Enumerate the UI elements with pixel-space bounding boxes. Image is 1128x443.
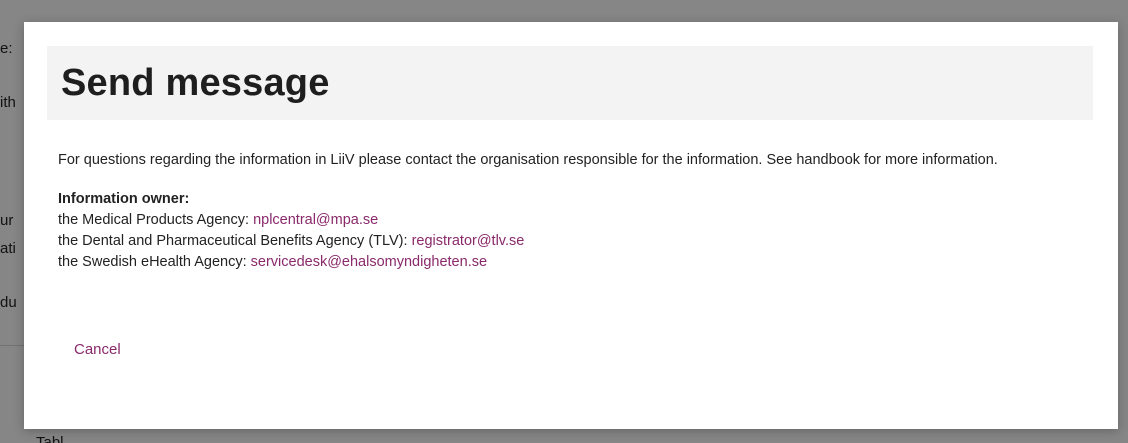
dialog-title: Send message — [61, 62, 330, 104]
email-link-ehealth[interactable]: servicedesk@ehalsomyndigheten.se — [251, 254, 487, 270]
information-owner-list: Information owner: the Medical Products … — [58, 189, 1088, 273]
dialog-body: For questions regarding the information … — [58, 150, 1088, 273]
owner-label: the Swedish eHealth Agency: — [58, 254, 251, 270]
dialog-header: Send message — [47, 46, 1093, 120]
intro-text: For questions regarding the information … — [58, 152, 998, 168]
owner-label: the Medical Products Agency: — [58, 212, 254, 228]
cancel-button[interactable]: Cancel — [74, 341, 121, 358]
owner-line-mpa: the Medical Products Agency: nplcentral@… — [58, 210, 1088, 231]
owner-line-ehealth: the Swedish eHealth Agency: servicedesk@… — [58, 252, 1088, 273]
owner-line-tlv: the Dental and Pharmaceutical Benefits A… — [58, 231, 1088, 252]
information-owner-heading: Information owner: — [58, 191, 190, 207]
email-link-tlv[interactable]: registrator@tlv.se — [412, 233, 525, 249]
owner-label: the Dental and Pharmaceutical Benefits A… — [58, 233, 412, 249]
send-message-dialog: Send message For questions regarding the… — [24, 22, 1118, 429]
email-link-mpa[interactable]: nplcentral@mpa.se — [253, 212, 378, 228]
